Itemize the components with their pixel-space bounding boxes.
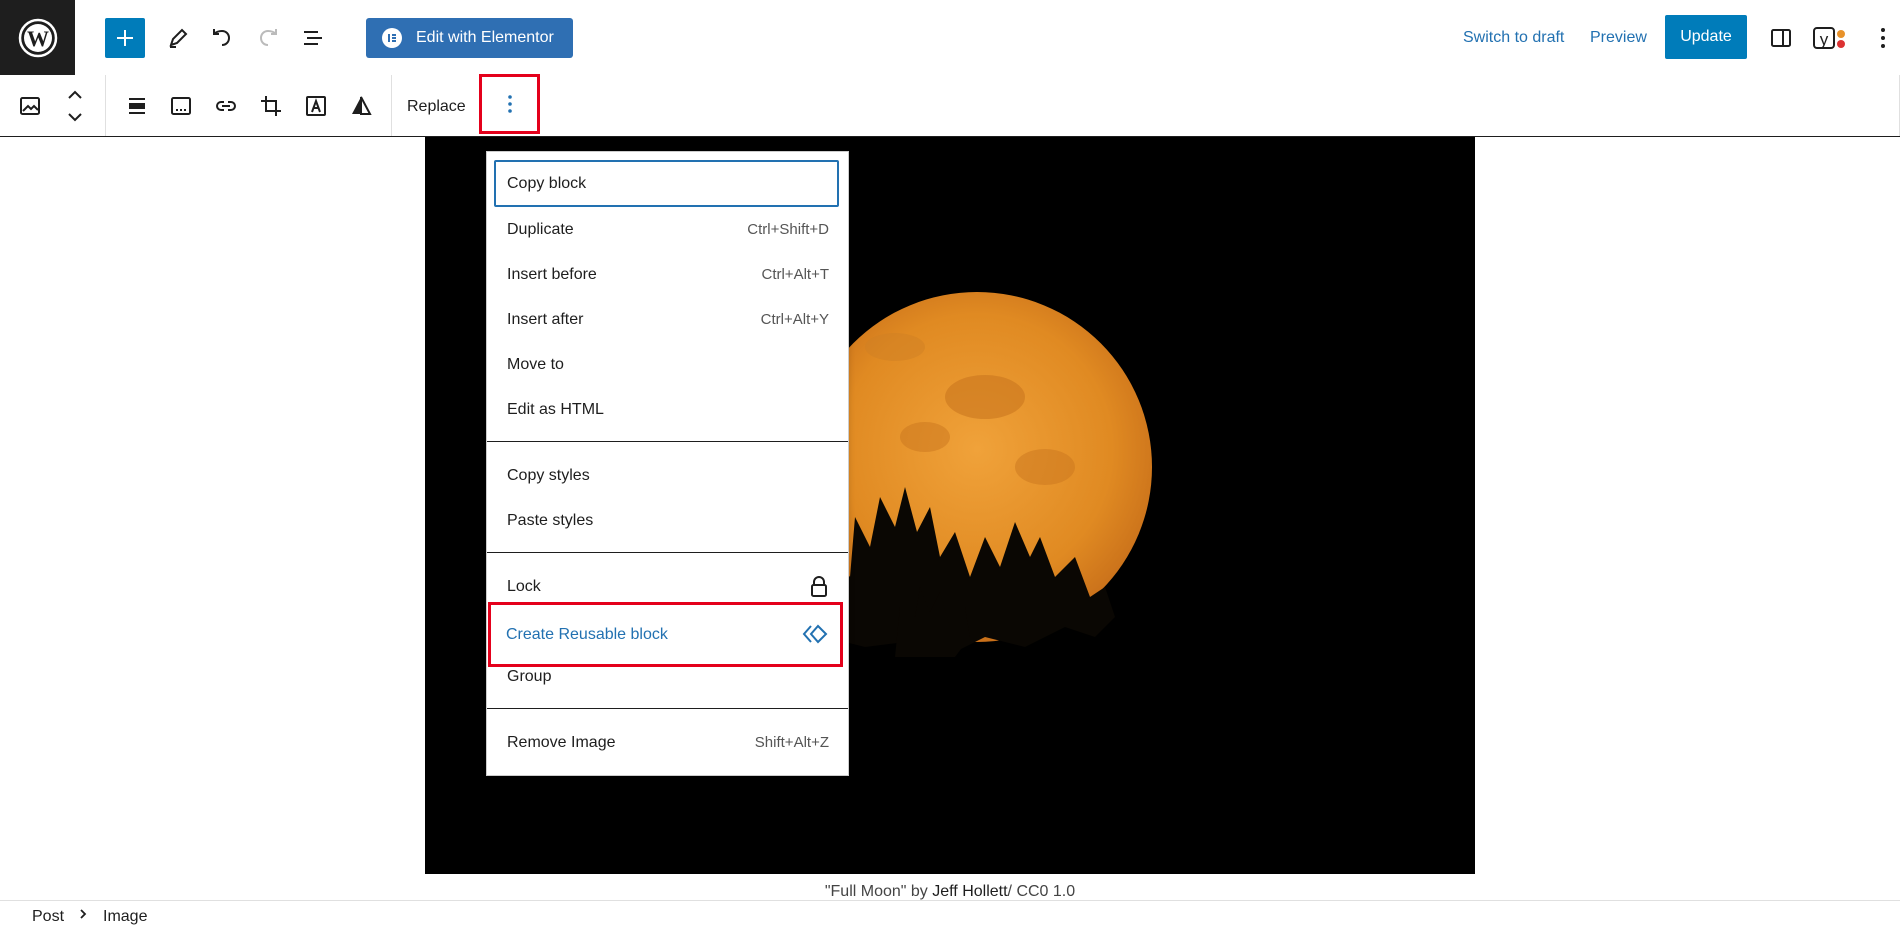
crop-button[interactable] bbox=[255, 90, 287, 122]
menu-item-insert-after[interactable]: Insert after Ctrl+Alt+Y bbox=[487, 298, 848, 343]
caption-button[interactable] bbox=[165, 90, 197, 122]
text-overlay-button[interactable] bbox=[300, 90, 332, 122]
switch-to-draft-button[interactable]: Switch to draft bbox=[1463, 29, 1564, 47]
menu-item-copy-block[interactable]: Copy block bbox=[494, 160, 839, 207]
menu-item-label: Create Reusable block bbox=[506, 626, 668, 643]
menu-item-label: Move to bbox=[507, 356, 564, 373]
edit-with-elementor-label: Edit with Elementor bbox=[416, 29, 554, 46]
elementor-icon bbox=[382, 28, 402, 48]
menu-item-shortcut: Ctrl+Alt+T bbox=[761, 266, 829, 283]
menu-item-label: Copy block bbox=[507, 175, 587, 192]
menu-item-label: Lock bbox=[507, 578, 541, 595]
image-caption[interactable]: "Full Moon" by Jeff Hollett/ CC0 1.0 bbox=[0, 883, 1900, 901]
more-vertical-icon bbox=[1881, 28, 1885, 48]
replace-button[interactable]: Replace bbox=[407, 98, 466, 116]
menu-item-copy-styles[interactable]: Copy styles bbox=[487, 454, 848, 499]
sidebar-icon bbox=[1771, 29, 1791, 47]
duotone-icon bbox=[352, 96, 372, 115]
toolbar-divider bbox=[391, 75, 392, 136]
undo-button[interactable] bbox=[206, 22, 238, 54]
move-block-buttons[interactable] bbox=[60, 84, 90, 128]
menu-divider bbox=[487, 708, 848, 709]
tools-button[interactable] bbox=[162, 22, 194, 54]
crop-icon bbox=[261, 96, 281, 116]
menu-item-label: Paste styles bbox=[507, 512, 594, 529]
duotone-button[interactable] bbox=[345, 90, 377, 122]
menu-item-group[interactable]: Group bbox=[487, 655, 848, 700]
add-block-button[interactable] bbox=[105, 18, 145, 58]
menu-item-remove-image[interactable]: Remove Image Shift+Alt+Z bbox=[487, 721, 848, 766]
plus-icon bbox=[117, 30, 133, 46]
preview-button[interactable]: Preview bbox=[1590, 29, 1647, 47]
redo-icon bbox=[259, 29, 277, 46]
options-button[interactable] bbox=[1871, 22, 1895, 54]
align-button[interactable] bbox=[121, 90, 153, 122]
toolbar-divider bbox=[105, 75, 106, 136]
menu-item-shortcut: Shift+Alt+Z bbox=[754, 734, 829, 751]
wordpress-logo-button[interactable]: W bbox=[0, 0, 75, 75]
menu-item-shortcut: Ctrl+Shift+D bbox=[747, 221, 829, 238]
block-breadcrumb: Post Image bbox=[0, 900, 1900, 931]
block-options-button[interactable] bbox=[479, 74, 540, 134]
svg-text:y: y bbox=[1820, 30, 1829, 49]
menu-item-duplicate[interactable]: Duplicate Ctrl+Shift+D bbox=[487, 208, 848, 253]
menu-item-shortcut: Ctrl+Alt+Y bbox=[760, 311, 829, 328]
menu-item-insert-before[interactable]: Insert before Ctrl+Alt+T bbox=[487, 253, 848, 298]
document-overview-button[interactable] bbox=[297, 22, 329, 54]
menu-divider bbox=[487, 552, 848, 553]
text-overlay-icon bbox=[306, 96, 326, 116]
list-view-icon bbox=[304, 31, 322, 45]
caption-title: "Full Moon" by bbox=[824, 883, 933, 900]
caption-license: / CC0 1.0 bbox=[1007, 883, 1076, 900]
breadcrumb-post[interactable]: Post bbox=[32, 908, 64, 926]
reusable-block-icon bbox=[802, 623, 828, 650]
menu-item-move-to[interactable]: Move to bbox=[487, 343, 848, 388]
menu-divider bbox=[487, 441, 848, 442]
menu-item-edit-as-html[interactable]: Edit as HTML bbox=[487, 388, 848, 433]
redo-button[interactable] bbox=[252, 22, 284, 54]
yoast-seo-button[interactable]: y bbox=[1810, 22, 1850, 54]
edit-with-elementor-button[interactable]: Edit with Elementor bbox=[366, 18, 573, 58]
menu-item-label: Insert after bbox=[507, 311, 584, 328]
menu-item-label: Remove Image bbox=[507, 734, 616, 751]
menu-item-label: Duplicate bbox=[507, 221, 574, 238]
menu-item-label: Copy styles bbox=[507, 467, 590, 484]
undo-icon bbox=[213, 29, 231, 46]
move-up-down-icon bbox=[68, 90, 82, 122]
svg-text:W: W bbox=[27, 26, 49, 51]
chevron-right-icon bbox=[78, 904, 88, 929]
image-icon bbox=[20, 97, 40, 115]
update-button[interactable]: Update bbox=[1665, 15, 1747, 59]
menu-item-paste-styles[interactable]: Paste styles bbox=[487, 499, 848, 544]
menu-item-label: Group bbox=[507, 668, 552, 685]
settings-sidebar-button[interactable] bbox=[1765, 22, 1797, 54]
menu-item-label: Edit as HTML bbox=[507, 401, 604, 418]
menu-item-label: Insert before bbox=[507, 266, 597, 283]
block-options-menu: Copy block Duplicate Ctrl+Shift+D Insert… bbox=[486, 151, 849, 776]
block-type-button[interactable] bbox=[14, 90, 46, 122]
breadcrumb-image[interactable]: Image bbox=[103, 908, 147, 926]
caption-author: Jeff Hollett bbox=[932, 883, 1008, 900]
yoast-icon: y bbox=[1813, 27, 1845, 49]
pencil-icon bbox=[169, 28, 188, 48]
lock-icon bbox=[810, 576, 828, 603]
link-icon bbox=[216, 101, 236, 111]
caption-icon bbox=[171, 97, 191, 115]
more-vertical-icon bbox=[507, 95, 512, 113]
link-button[interactable] bbox=[210, 90, 242, 122]
align-center-icon bbox=[129, 98, 145, 114]
wordpress-icon: W bbox=[18, 18, 57, 57]
